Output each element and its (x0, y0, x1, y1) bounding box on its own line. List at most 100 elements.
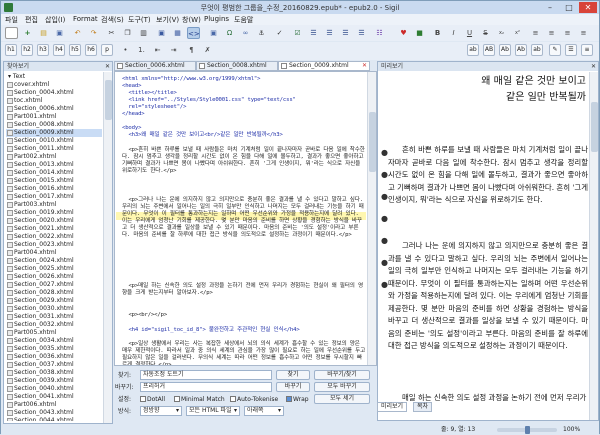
uppercase-button[interactable]: AB (483, 44, 495, 56)
heading-5-button[interactable]: h5 (69, 44, 81, 56)
superscript-icon[interactable]: x² (511, 27, 524, 39)
italic-icon[interactable]: I (447, 27, 460, 39)
sentence-case-button[interactable]: ab (531, 44, 543, 56)
file-list-item[interactable]: Section_0021.xhtml (6, 225, 102, 233)
file-list-item[interactable]: Part002.xhtml (6, 153, 102, 161)
wrap-option[interactable]: Wrap (286, 394, 309, 405)
heading-3-button[interactable]: h3 (37, 44, 49, 56)
bulleted-list-icon[interactable]: • (119, 44, 132, 56)
pretty-print-button[interactable]: ☰ (565, 44, 577, 56)
count-all-button[interactable]: 모두 세기 (314, 394, 370, 404)
increase-indent-icon[interactable]: ⇥ (167, 44, 180, 56)
paragraph-button[interactable]: p (101, 44, 113, 56)
capitalize-button[interactable]: Ab (515, 44, 527, 56)
code-editor[interactable]: <html xmlns="http://www.w3.org/1999/xhtm… (114, 71, 377, 366)
file-list-item[interactable]: Part004.xhtml (6, 249, 102, 257)
file-list-item[interactable]: Section_0041.xhtml (6, 393, 102, 401)
panel-close-icon[interactable]: ✕ (591, 62, 596, 71)
heading-2-button[interactable]: h2 (21, 44, 33, 56)
align-justify-icon[interactable]: ≡ (577, 27, 590, 39)
file-list-item[interactable]: Section_0029.xhtml (6, 297, 102, 305)
file-list-item[interactable]: Section_0019.xhtml (6, 209, 102, 217)
align-right-icon[interactable]: ≡ (561, 27, 574, 39)
folder-text[interactable]: ▾ Text (6, 73, 102, 81)
check-well-formed-icon[interactable]: ♥ (397, 27, 410, 39)
paste-icon[interactable]: ▥ (137, 27, 150, 39)
scrollbar-thumb[interactable] (105, 80, 112, 120)
direction-select[interactable]: 아래쪽 ▾ (244, 406, 284, 416)
heading-4-button[interactable]: h4 (53, 44, 65, 56)
dotall-option[interactable]: DotAll (140, 394, 165, 405)
metadata-icon[interactable]: ☰ (355, 27, 368, 39)
file-list-item[interactable]: Section_0008.xhtml (6, 121, 102, 129)
scope-select[interactable]: 모든 HTML 파일 ▾ (186, 406, 240, 416)
file-list-item[interactable]: Section_0040.xhtml (6, 385, 102, 393)
file-list-item[interactable]: Part001.xhtml (6, 113, 102, 121)
spellcheck-icon[interactable]: ✓ (273, 27, 286, 39)
file-list-item[interactable]: Section_0027.xhtml (6, 281, 102, 289)
lowercase-button[interactable]: ab (467, 44, 479, 56)
file-list-item[interactable]: toc.xhtml (6, 97, 102, 105)
menu-file[interactable]: 파일 (5, 15, 18, 25)
file-list-item[interactable]: Section_0024.xhtml (6, 257, 102, 265)
tab-toc[interactable]: 목차 (413, 402, 433, 412)
save-icon[interactable]: ▣ (53, 27, 66, 39)
copy-icon[interactable]: ❐ (121, 27, 134, 39)
clear-format-icon[interactable]: ✗ (201, 44, 214, 56)
redo-icon[interactable]: ↷ (87, 27, 100, 39)
minimal-match-option[interactable]: Minimal Match (174, 394, 225, 405)
tab-section-0006[interactable]: Section_0006.xhtml (114, 61, 196, 71)
dotall-checkbox[interactable] (140, 395, 146, 402)
file-list-item[interactable]: Section_0038.xhtml (6, 369, 102, 377)
subscript-icon[interactable]: x₂ (495, 27, 508, 39)
file-list-item[interactable]: Section_0025.xhtml (6, 265, 102, 273)
preview-scrollbar[interactable] (589, 72, 598, 420)
file-list-item[interactable]: Section_0030.xhtml (6, 305, 102, 313)
file-list-item[interactable]: Section_0014.xhtml (6, 169, 102, 177)
close-icon[interactable]: ✕ (579, 2, 597, 13)
align-center-icon[interactable]: ≡ (545, 27, 558, 39)
book-view-icon[interactable]: ▣ (155, 27, 168, 39)
mode-select[interactable]: 정방향 ▾ (140, 406, 182, 416)
code-scrollbar[interactable] (367, 72, 376, 365)
file-list-item[interactable]: Section_0031.xhtml (6, 313, 102, 321)
zoom-slider[interactable] (497, 426, 557, 434)
minimal-match-checkbox[interactable] (174, 395, 180, 402)
file-list-item[interactable]: Section_0020.xhtml (6, 217, 102, 225)
tab-section-0008[interactable]: Section_0008.xhtml (196, 61, 278, 71)
replace-input[interactable]: 프리허거 (140, 382, 272, 392)
file-list-item[interactable]: Section_0006.xhtml (6, 105, 102, 113)
cut-icon[interactable]: ✂ (105, 27, 118, 39)
split-view-icon[interactable]: ▦ (171, 27, 184, 39)
find-button[interactable]: 찾기 (276, 370, 310, 380)
tab-section-0009[interactable]: Section_0009.xhtml ✕ (278, 61, 370, 71)
validate-icon[interactable]: ☑ (291, 27, 304, 39)
file-list-item[interactable]: Part006.xhtml (6, 401, 102, 409)
mend-code-button[interactable]: ✎ (549, 44, 561, 56)
tab-preview[interactable]: 미리보기 (377, 402, 408, 412)
heading-6-button[interactable]: h6 (85, 44, 97, 56)
menu-help[interactable]: 도움말 (234, 15, 253, 25)
file-list-item[interactable]: Section_0016.xhtml (6, 185, 102, 193)
titlecase-button[interactable]: Ab (499, 44, 511, 56)
file-list-scrollbar[interactable] (103, 72, 112, 423)
find-input[interactable]: 자동조정 도트기 (140, 370, 272, 380)
strikethrough-icon[interactable]: S (479, 27, 492, 39)
insert-special-char-icon[interactable]: Ω (223, 27, 236, 39)
auto-tokenise-option[interactable]: Auto-Tokenise (230, 394, 278, 405)
tab-close-icon[interactable]: ✕ (362, 62, 367, 70)
file-list-item[interactable]: Section_0011.xhtml (6, 145, 102, 153)
file-list-item[interactable]: Section_0032.xhtml (6, 321, 102, 329)
decrease-indent-icon[interactable]: ⇤ (151, 44, 164, 56)
index-icon[interactable]: ☰ (339, 27, 352, 39)
insert-link-icon[interactable]: ∞ (239, 27, 252, 39)
maximize-icon[interactable]: □ (560, 2, 578, 13)
generate-toc-icon[interactable]: ☰ (323, 27, 336, 39)
file-list-item[interactable]: Section_0023.xhtml (6, 241, 102, 249)
file-list-item[interactable]: Section_0028.xhtml (6, 289, 102, 297)
file-list-item[interactable]: Section_0037.xhtml (6, 361, 102, 369)
heading-1-button[interactable]: h1 (5, 44, 17, 56)
menu-edit[interactable]: 편집 (25, 15, 38, 25)
code-view-icon[interactable]: <> (187, 27, 200, 39)
menu-insert[interactable]: 삽입(I) (45, 15, 65, 25)
